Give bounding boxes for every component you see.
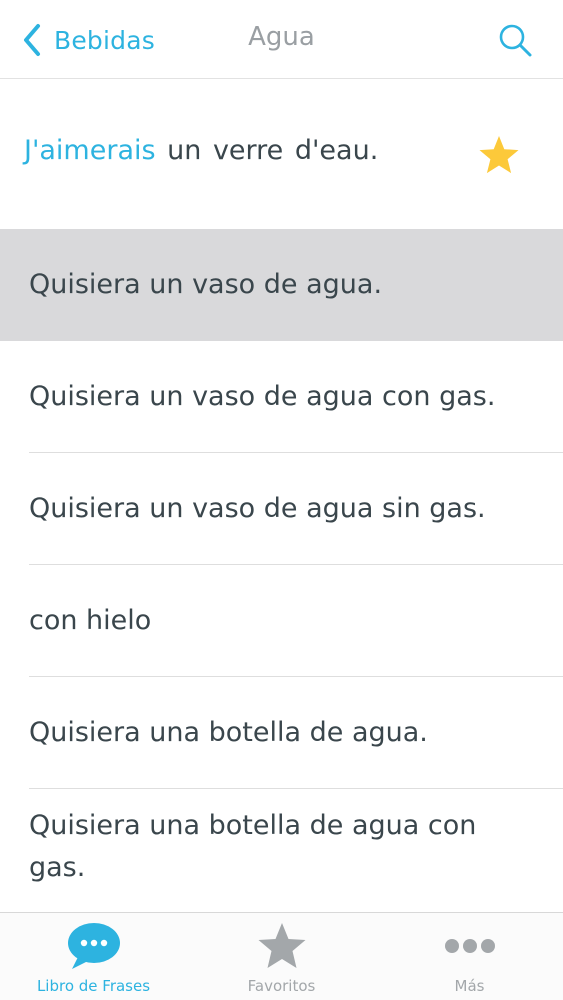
phrase-row[interactable]: Quisiera un vaso de agua sin gas. [0,453,563,565]
tab-bar: Libro de Frases Favoritos Más [0,912,563,1000]
featured-phrase[interactable]: J'aimerais un verre d'eau. [0,79,563,229]
phrase-text: con hielo [29,605,152,636]
back-button-label: Bebidas [54,25,155,55]
tab-favorites[interactable]: Favoritos [188,913,375,1000]
navigation-bar: Bebidas Agua [0,0,563,79]
search-icon[interactable] [497,22,533,58]
phrase-text: Quisiera un vaso de agua sin gas. [29,493,486,524]
chevron-left-icon [24,24,40,56]
page-title: Agua [248,22,315,52]
tab-phrasebook[interactable]: Libro de Frases [0,913,187,1000]
tab-phrasebook-label: Libro de Frases [36,977,151,995]
phrase-text: Quisiera un vaso de agua. [29,269,383,300]
phrase-text: Quisiera un vaso de agua con gas. [29,381,496,412]
phrase-text: Quisiera una botella de agua con gas. [29,810,477,883]
phrase-row[interactable]: con hielo [0,565,563,677]
phrase-text: Quisiera una botella de agua. [29,717,428,748]
phrase-row[interactable]: Quisiera una botella de agua con gas. [0,789,563,917]
tab-more-label: Más [454,977,485,995]
favorite-star-icon[interactable] [478,134,520,176]
phrase-row[interactable]: Quisiera un vaso de agua con gas. [0,341,563,453]
phrase-list: Quisiera un vaso de agua. Quisiera un va… [0,229,563,917]
phrase-row[interactable]: Quisiera un vaso de agua. [0,229,563,341]
phrase-row[interactable]: Quisiera una botella de agua. [0,677,563,789]
featured-phrase-text: J'aimerais un verre d'eau. [24,135,378,166]
tab-more[interactable]: Más [376,913,563,1000]
star-icon [258,923,305,968]
featured-phrase-rest: un verre d'eau. [155,135,379,166]
tab-favorites-label: Favoritos [247,977,316,995]
speech-bubble-icon [67,923,120,969]
more-dots-icon [444,939,495,953]
app-screen: Bebidas Agua J'aimerais un verre d'eau. … [0,0,563,1000]
back-button[interactable]: Bebidas [18,20,155,60]
featured-phrase-highlight: J'aimerais [24,135,156,166]
